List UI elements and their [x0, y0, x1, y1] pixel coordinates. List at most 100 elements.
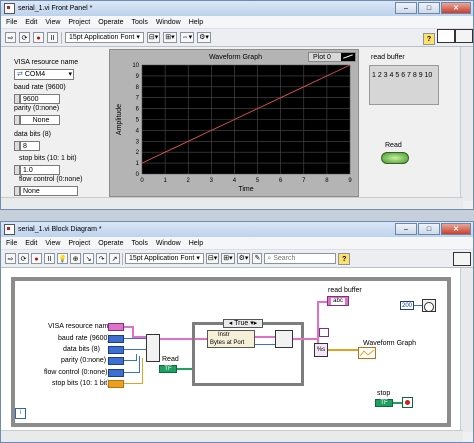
distribute-objects-icon[interactable]: ⊞▾: [163, 32, 177, 43]
resize-objects-icon[interactable]: ⇔▾: [179, 32, 195, 43]
parity-control[interactable]: None: [20, 115, 60, 125]
data-bits-control[interactable]: 8: [20, 141, 40, 151]
wait-ms-constant[interactable]: 200: [400, 301, 414, 310]
step-into-icon[interactable]: ↘: [83, 253, 94, 264]
wait-ms-node[interactable]: [422, 299, 436, 312]
stopbits-terminal[interactable]: [108, 380, 124, 388]
bd-parity-label: parity (0:none): [61, 357, 107, 364]
waveform-graph-terminal[interactable]: [358, 347, 376, 359]
step-out-icon[interactable]: ↗: [109, 253, 120, 264]
bd-close-button[interactable]: ✕: [441, 223, 471, 235]
menu-file[interactable]: File: [6, 19, 17, 26]
bd-abort-icon[interactable]: ●: [31, 253, 42, 264]
data-bits-label: data bits (8): [14, 131, 51, 138]
pause-icon[interactable]: II: [47, 32, 58, 43]
bd-vi-icon[interactable]: [453, 252, 471, 266]
bd-menu-edit[interactable]: Edit: [25, 240, 37, 247]
abort-icon[interactable]: ●: [33, 32, 44, 43]
menu-edit[interactable]: Edit: [25, 19, 37, 26]
y-tick-label: 8: [136, 85, 140, 91]
stop-terminal[interactable]: TF: [375, 399, 393, 407]
watch-icon: [424, 302, 434, 312]
help-icon[interactable]: ?: [423, 33, 435, 45]
bd-maximize-button[interactable]: □: [418, 223, 440, 235]
cleanup-diagram-icon[interactable]: ✎: [252, 253, 263, 264]
databits-terminal[interactable]: [108, 346, 124, 354]
y-tick-label: 7: [136, 96, 140, 102]
front-panel-hscroll[interactable]: [1, 197, 463, 209]
waveform-graph-plot: 0 1 2 3 4 5 6 7 8 9 0 1 2 3 4 5 6 7 8 9 10 Time Amplitude: [116, 63, 352, 193]
visa-configure-serial-node[interactable]: [146, 334, 160, 362]
bd-menu-tools[interactable]: Tools: [131, 240, 147, 247]
visa-instr-property-node[interactable]: Instr Bytes at Port: [207, 330, 255, 348]
stop-bits-control[interactable]: 1.0: [20, 165, 60, 175]
front-panel-vscroll[interactable]: [460, 47, 473, 201]
menu-view[interactable]: View: [45, 19, 60, 26]
read-buffer-text: 1 2 3 4 5 6 7 8 9 10: [372, 72, 433, 79]
reorder-icon[interactable]: ⚙▾: [197, 32, 211, 43]
bd-pause-icon[interactable]: II: [44, 253, 55, 264]
read-terminal[interactable]: TF: [159, 365, 177, 373]
connector-pane-icon[interactable]: [437, 29, 455, 43]
vi-icon[interactable]: [455, 29, 473, 43]
visa-resource-control[interactable]: ⇄ COM4 ▾: [14, 69, 74, 80]
menu-tools[interactable]: Tools: [131, 19, 147, 26]
menu-help[interactable]: Help: [189, 19, 203, 26]
visa-read-node[interactable]: [275, 330, 293, 348]
bd-help-icon[interactable]: ?: [338, 252, 351, 265]
menu-operate[interactable]: Operate: [98, 19, 123, 26]
parity-terminal[interactable]: [108, 357, 124, 365]
block-diagram-canvas[interactable]: i VISA resource name baud rate (9600) da…: [1, 268, 463, 432]
retain-wire-values-icon[interactable]: ⊕: [70, 253, 81, 264]
flow-terminal[interactable]: [108, 369, 124, 377]
bd-menu-file[interactable]: File: [6, 240, 17, 247]
flow-control-control[interactable]: None: [20, 186, 78, 196]
loop-condition-terminal[interactable]: [402, 397, 413, 408]
bd-reorder-icon[interactable]: ⚙▾: [236, 253, 251, 264]
bd-run-continuously-icon[interactable]: ⟳: [18, 253, 29, 264]
bd-minimize-button[interactable]: –: [395, 223, 417, 235]
align-objects-icon[interactable]: ⊟▾: [146, 32, 161, 43]
bd-menu-window[interactable]: Window: [156, 240, 181, 247]
bd-databits-label: data bits (8): [63, 346, 100, 353]
bd-distribute-icon[interactable]: ⊞▾: [221, 253, 235, 264]
string-constant[interactable]: [319, 328, 329, 337]
bd-search-input[interactable]: ⌕ Search: [264, 253, 337, 264]
run-continuously-icon[interactable]: ⟳: [19, 32, 30, 43]
bd-font-selector[interactable]: 15pt Application Font ▾: [125, 253, 204, 264]
scan-from-string-node[interactable]: %s: [314, 343, 328, 357]
highlight-execution-icon[interactable]: 💡: [57, 253, 68, 264]
x-tick-label: 2: [187, 178, 191, 184]
bd-menu-project[interactable]: Project: [68, 240, 90, 247]
read-buffer-terminal[interactable]: abc: [327, 296, 349, 306]
block-diagram-vscroll[interactable]: [460, 268, 473, 432]
close-button[interactable]: ✕: [441, 2, 471, 14]
minimize-button[interactable]: –: [395, 2, 417, 14]
flow-control-label: flow control (0:none): [19, 176, 83, 183]
font-selector[interactable]: 15pt Application Font ▾: [65, 32, 144, 43]
baud-terminal[interactable]: [108, 335, 124, 343]
visa-resource-label: VISA resource name: [14, 59, 79, 66]
run-arrow-icon[interactable]: ⇨: [5, 32, 16, 43]
case-selector[interactable]: ◂ True ▾▸: [223, 319, 263, 328]
menu-project[interactable]: Project: [68, 19, 90, 26]
step-over-icon[interactable]: ↷: [96, 253, 107, 264]
read-button[interactable]: [381, 152, 409, 164]
block-diagram-titlebar[interactable]: serial_1.vi Block Diagram * – □ ✕: [1, 222, 473, 237]
menu-window[interactable]: Window: [156, 19, 181, 26]
visa-terminal[interactable]: [108, 323, 124, 331]
waveform-graph[interactable]: 0 1 2 3 4 5 6 7 8 9 0 1 2 3 4 5 6 7 8 9 10 Time Amplitude Wave…: [109, 49, 359, 197]
bd-menu-operate[interactable]: Operate: [98, 240, 123, 247]
maximize-button[interactable]: □: [418, 2, 440, 14]
baud-rate-control[interactable]: 9600: [20, 94, 60, 104]
bd-baud-label: baud rate (9600): [58, 335, 110, 342]
bd-run-arrow-icon[interactable]: ⇨: [5, 253, 16, 264]
bd-align-icon[interactable]: ⊟▾: [205, 253, 220, 264]
bd-menu-help[interactable]: Help: [189, 240, 203, 247]
bd-stopbits-label: stop bits (10: 1 bit): [52, 380, 110, 387]
bd-menu-view[interactable]: View: [45, 240, 60, 247]
front-panel-titlebar[interactable]: serial_1.vi Front Panel * – □ ✕: [1, 1, 473, 16]
block-diagram-hscroll[interactable]: [1, 430, 463, 442]
bd-read-buffer-label: read buffer: [328, 287, 362, 294]
plot-legend[interactable]: Plot 0: [308, 52, 356, 62]
